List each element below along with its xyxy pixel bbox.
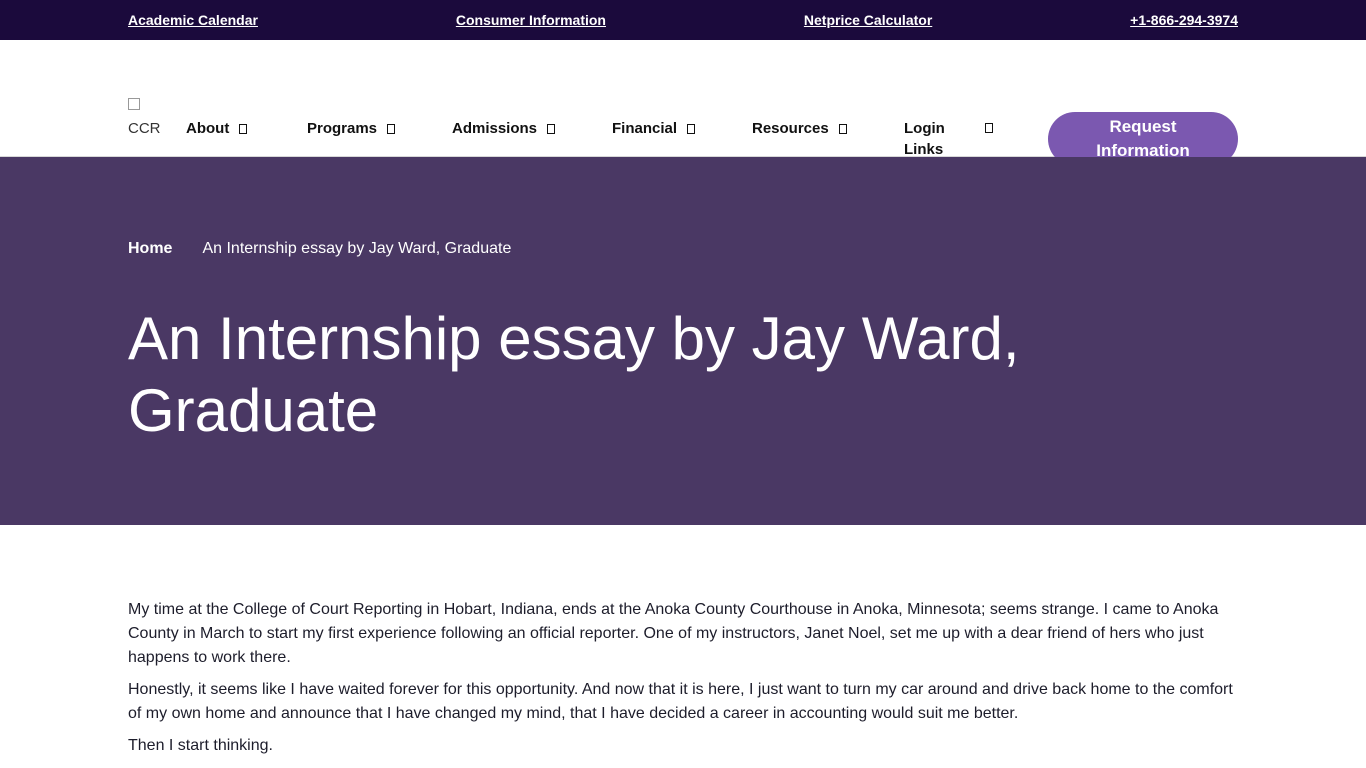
nav-about-label: About (186, 120, 230, 137)
nav-programs-label: Programs (307, 120, 378, 137)
dropdown-icon (239, 124, 248, 134)
dropdown-icon (838, 124, 847, 134)
nav-resources-label: Resources (752, 120, 829, 137)
nav-admissions[interactable]: Admissions (452, 120, 556, 137)
logo-alt-text: CCR (128, 120, 161, 137)
article-paragraph: Then I start thinking. (128, 737, 273, 754)
article-paragraph: My time at the College of Court Reportin… (128, 601, 1219, 666)
login-line-1: Login (904, 120, 945, 137)
nav-login-label: Login Links (904, 118, 974, 160)
breadcrumb-home[interactable]: Home (128, 240, 172, 258)
consumer-information-link[interactable]: Consumer Information (456, 12, 606, 28)
article-paragraph: Honestly, it seems like I have waited fo… (128, 681, 1233, 722)
nav-resources[interactable]: Resources (752, 120, 847, 137)
page-title: An Internship essay by Jay Ward, Graduat… (128, 305, 1020, 444)
dropdown-icon (687, 124, 696, 134)
nav-financial[interactable]: Financial (612, 120, 696, 137)
main-header: CCR About Programs Admissions Financial … (0, 40, 1366, 166)
nav-financial-label: Financial (612, 120, 678, 137)
dropdown-icon (547, 124, 556, 134)
nav-login-links[interactable]: Login Links (904, 118, 993, 160)
logo[interactable]: CCR (128, 93, 172, 141)
nav-admissions-label: Admissions (452, 120, 538, 137)
academic-calendar-link[interactable]: Academic Calendar (128, 12, 258, 28)
breadcrumb-current: An Internship essay by Jay Ward, Graduat… (202, 240, 512, 257)
breadcrumb: Home An Internship essay by Jay Ward, Gr… (128, 240, 511, 258)
page-hero: Home An Internship essay by Jay Ward, Gr… (0, 157, 1366, 525)
login-line-2: Links (904, 141, 944, 158)
nav-about[interactable]: About (186, 120, 248, 137)
nav-programs[interactable]: Programs (307, 120, 396, 137)
netprice-calculator-link[interactable]: Netprice Calculator (804, 12, 932, 28)
utility-bar: Academic Calendar Consumer Information N… (0, 0, 1366, 40)
article-body: My time at the College of Court Reportin… (0, 525, 1366, 758)
dropdown-icon (985, 123, 993, 133)
dropdown-icon (387, 124, 396, 134)
broken-image-icon (128, 98, 140, 110)
phone-link[interactable]: +1-866-294-3974 (1130, 12, 1238, 28)
